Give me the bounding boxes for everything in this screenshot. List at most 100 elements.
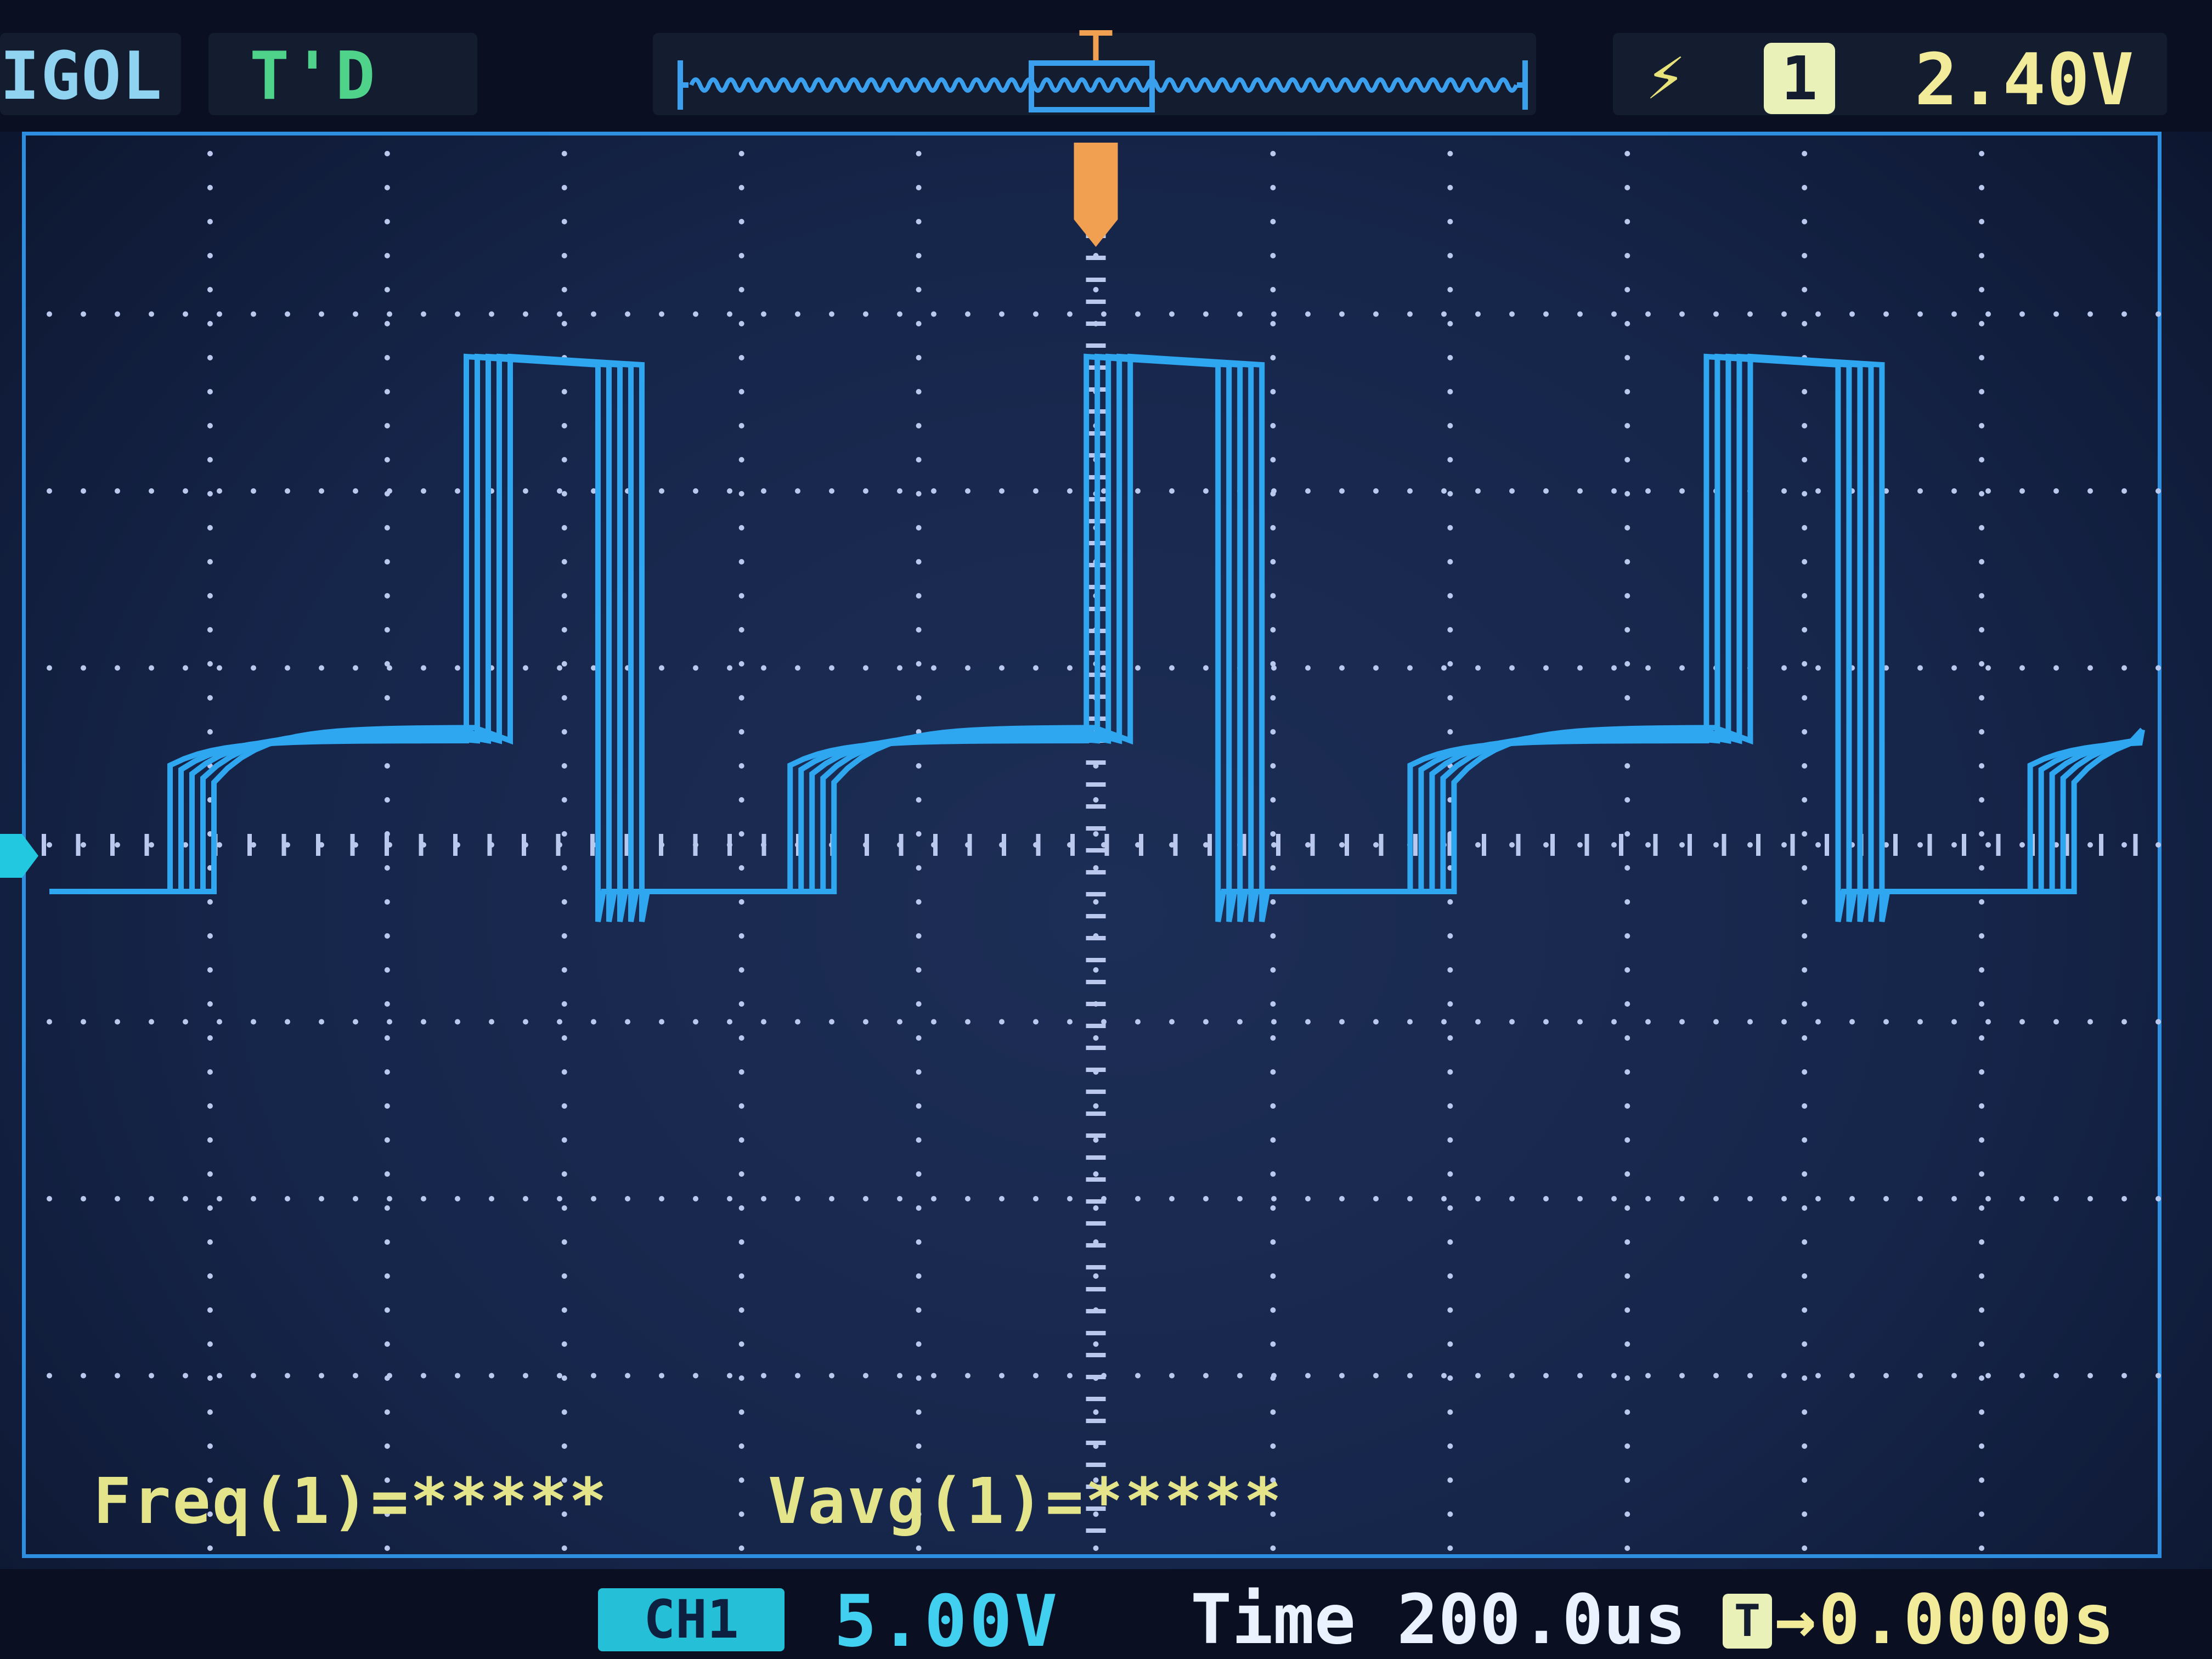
- grid-dot: [47, 842, 52, 848]
- grid-dot: [1407, 665, 1413, 671]
- grid-dot: [1447, 287, 1453, 292]
- center-axis-tick: [1086, 321, 1106, 326]
- grid-dot: [1270, 1205, 1276, 1211]
- grid-dot: [1203, 1196, 1209, 1201]
- grid-dot: [1917, 488, 1923, 494]
- grid-dot: [965, 1019, 970, 1025]
- grid-dot: [625, 1196, 630, 1201]
- grid-dot: [207, 1239, 213, 1245]
- grid-dot: [207, 695, 213, 701]
- grid-dot: [738, 321, 744, 326]
- grid-dot: [916, 219, 922, 224]
- grid-dot: [561, 1205, 567, 1211]
- grid-dot: [659, 665, 664, 671]
- grid-dot: [659, 1373, 664, 1379]
- grid-dot: [916, 763, 922, 769]
- grid-dot: [2053, 665, 2059, 671]
- center-axis-tick: [1722, 834, 1726, 856]
- grid-dot: [1979, 1171, 1985, 1177]
- grid-dot: [1270, 933, 1276, 939]
- grid-dot: [1802, 797, 1808, 803]
- grid-dot: [1985, 1196, 1991, 1201]
- grid-dot: [965, 1196, 970, 1201]
- grid-dot: [916, 933, 922, 939]
- grid-dot: [1543, 488, 1549, 494]
- grid-dot: [693, 1019, 698, 1025]
- grid-dot: [149, 842, 154, 848]
- grid-dot: [2155, 1373, 2161, 1379]
- frequency-measurement: Freq(1)=*****: [93, 1465, 609, 1538]
- grid-dot: [1067, 1196, 1073, 1201]
- center-axis-tick: [1086, 892, 1106, 896]
- grid-dot: [1509, 311, 1515, 317]
- grid-dot: [1979, 695, 1985, 701]
- center-axis-tick: [1086, 1287, 1106, 1291]
- grid-dot: [1679, 1373, 1685, 1379]
- grid-dot: [999, 311, 1005, 317]
- grid-dot: [1093, 287, 1099, 292]
- grid-dot: [1979, 1443, 1985, 1449]
- grid-dot: [1979, 1409, 1985, 1415]
- center-axis-tick: [1086, 1111, 1106, 1116]
- grid-dot: [1624, 1035, 1630, 1041]
- grid-dot: [47, 1196, 52, 1201]
- grid-dot: [1135, 1196, 1141, 1201]
- grid-dot: [1611, 1373, 1617, 1379]
- grid-dot: [561, 423, 567, 428]
- grid-dot: [738, 899, 744, 905]
- grid-dot: [1713, 842, 1719, 848]
- grid-dot: [1271, 488, 1277, 494]
- grid-dot: [561, 967, 567, 973]
- grid-dot: [489, 1373, 494, 1379]
- grid-dot: [384, 1103, 390, 1109]
- grid-dot: [1067, 665, 1073, 671]
- grid-dot: [1624, 1137, 1630, 1143]
- grid-dot: [207, 151, 213, 156]
- grid-dot: [1951, 665, 1957, 671]
- grid-dot: [693, 1196, 698, 1201]
- grid-dot: [1447, 1069, 1453, 1075]
- center-axis-tick: [1688, 834, 1692, 856]
- grid-dot: [1679, 311, 1685, 317]
- grid-dot: [738, 1545, 744, 1551]
- grid-dot: [659, 1196, 664, 1201]
- grid-dot: [1802, 1239, 1808, 1245]
- grid-dot: [1067, 311, 1073, 317]
- center-axis-tick: [1086, 848, 1106, 853]
- grid-dot: [1883, 1019, 1889, 1025]
- grid-dot: [1447, 219, 1453, 224]
- grid-dot: [1475, 842, 1481, 848]
- grid-dot: [115, 1019, 120, 1025]
- grid-dot: [1270, 151, 1276, 156]
- grid-dot: [1447, 1239, 1453, 1245]
- ch1-badge[interactable]: CH1: [598, 1588, 785, 1651]
- grid-dot: [1624, 695, 1630, 701]
- ch1-ground-marker[interactable]: [0, 834, 38, 878]
- grid-dot: [2019, 665, 2025, 671]
- grid-dot: [2053, 1196, 2059, 1201]
- grid-dot: [561, 729, 567, 735]
- grid-dot: [1802, 933, 1808, 939]
- grid-dot: [916, 151, 922, 156]
- center-axis-tick: [1086, 256, 1106, 260]
- grid-dot: [1237, 311, 1243, 317]
- grid-dot: [738, 491, 744, 496]
- grid-dot: [1093, 899, 1099, 905]
- trigger-position-marker[interactable]: [1074, 143, 1118, 247]
- grid-dot: [1305, 665, 1311, 671]
- grid-dot: [1270, 1545, 1276, 1551]
- grid-dot: [207, 355, 213, 360]
- grid-dot: [387, 665, 392, 671]
- grid-dot: [591, 1373, 596, 1379]
- grid-dot: [207, 627, 213, 633]
- grid-dot: [1509, 1373, 1515, 1379]
- grid-dot: [115, 1196, 120, 1201]
- grid-dot: [421, 488, 426, 494]
- grid-dot: [1849, 1373, 1855, 1379]
- center-axis-tick: [1086, 1243, 1106, 1248]
- grid-dot: [1979, 321, 1985, 326]
- grid-dot: [353, 1373, 358, 1379]
- grid-dot: [207, 1001, 213, 1007]
- grid-dot: [1979, 1069, 1985, 1075]
- center-axis-tick: [1207, 834, 1212, 856]
